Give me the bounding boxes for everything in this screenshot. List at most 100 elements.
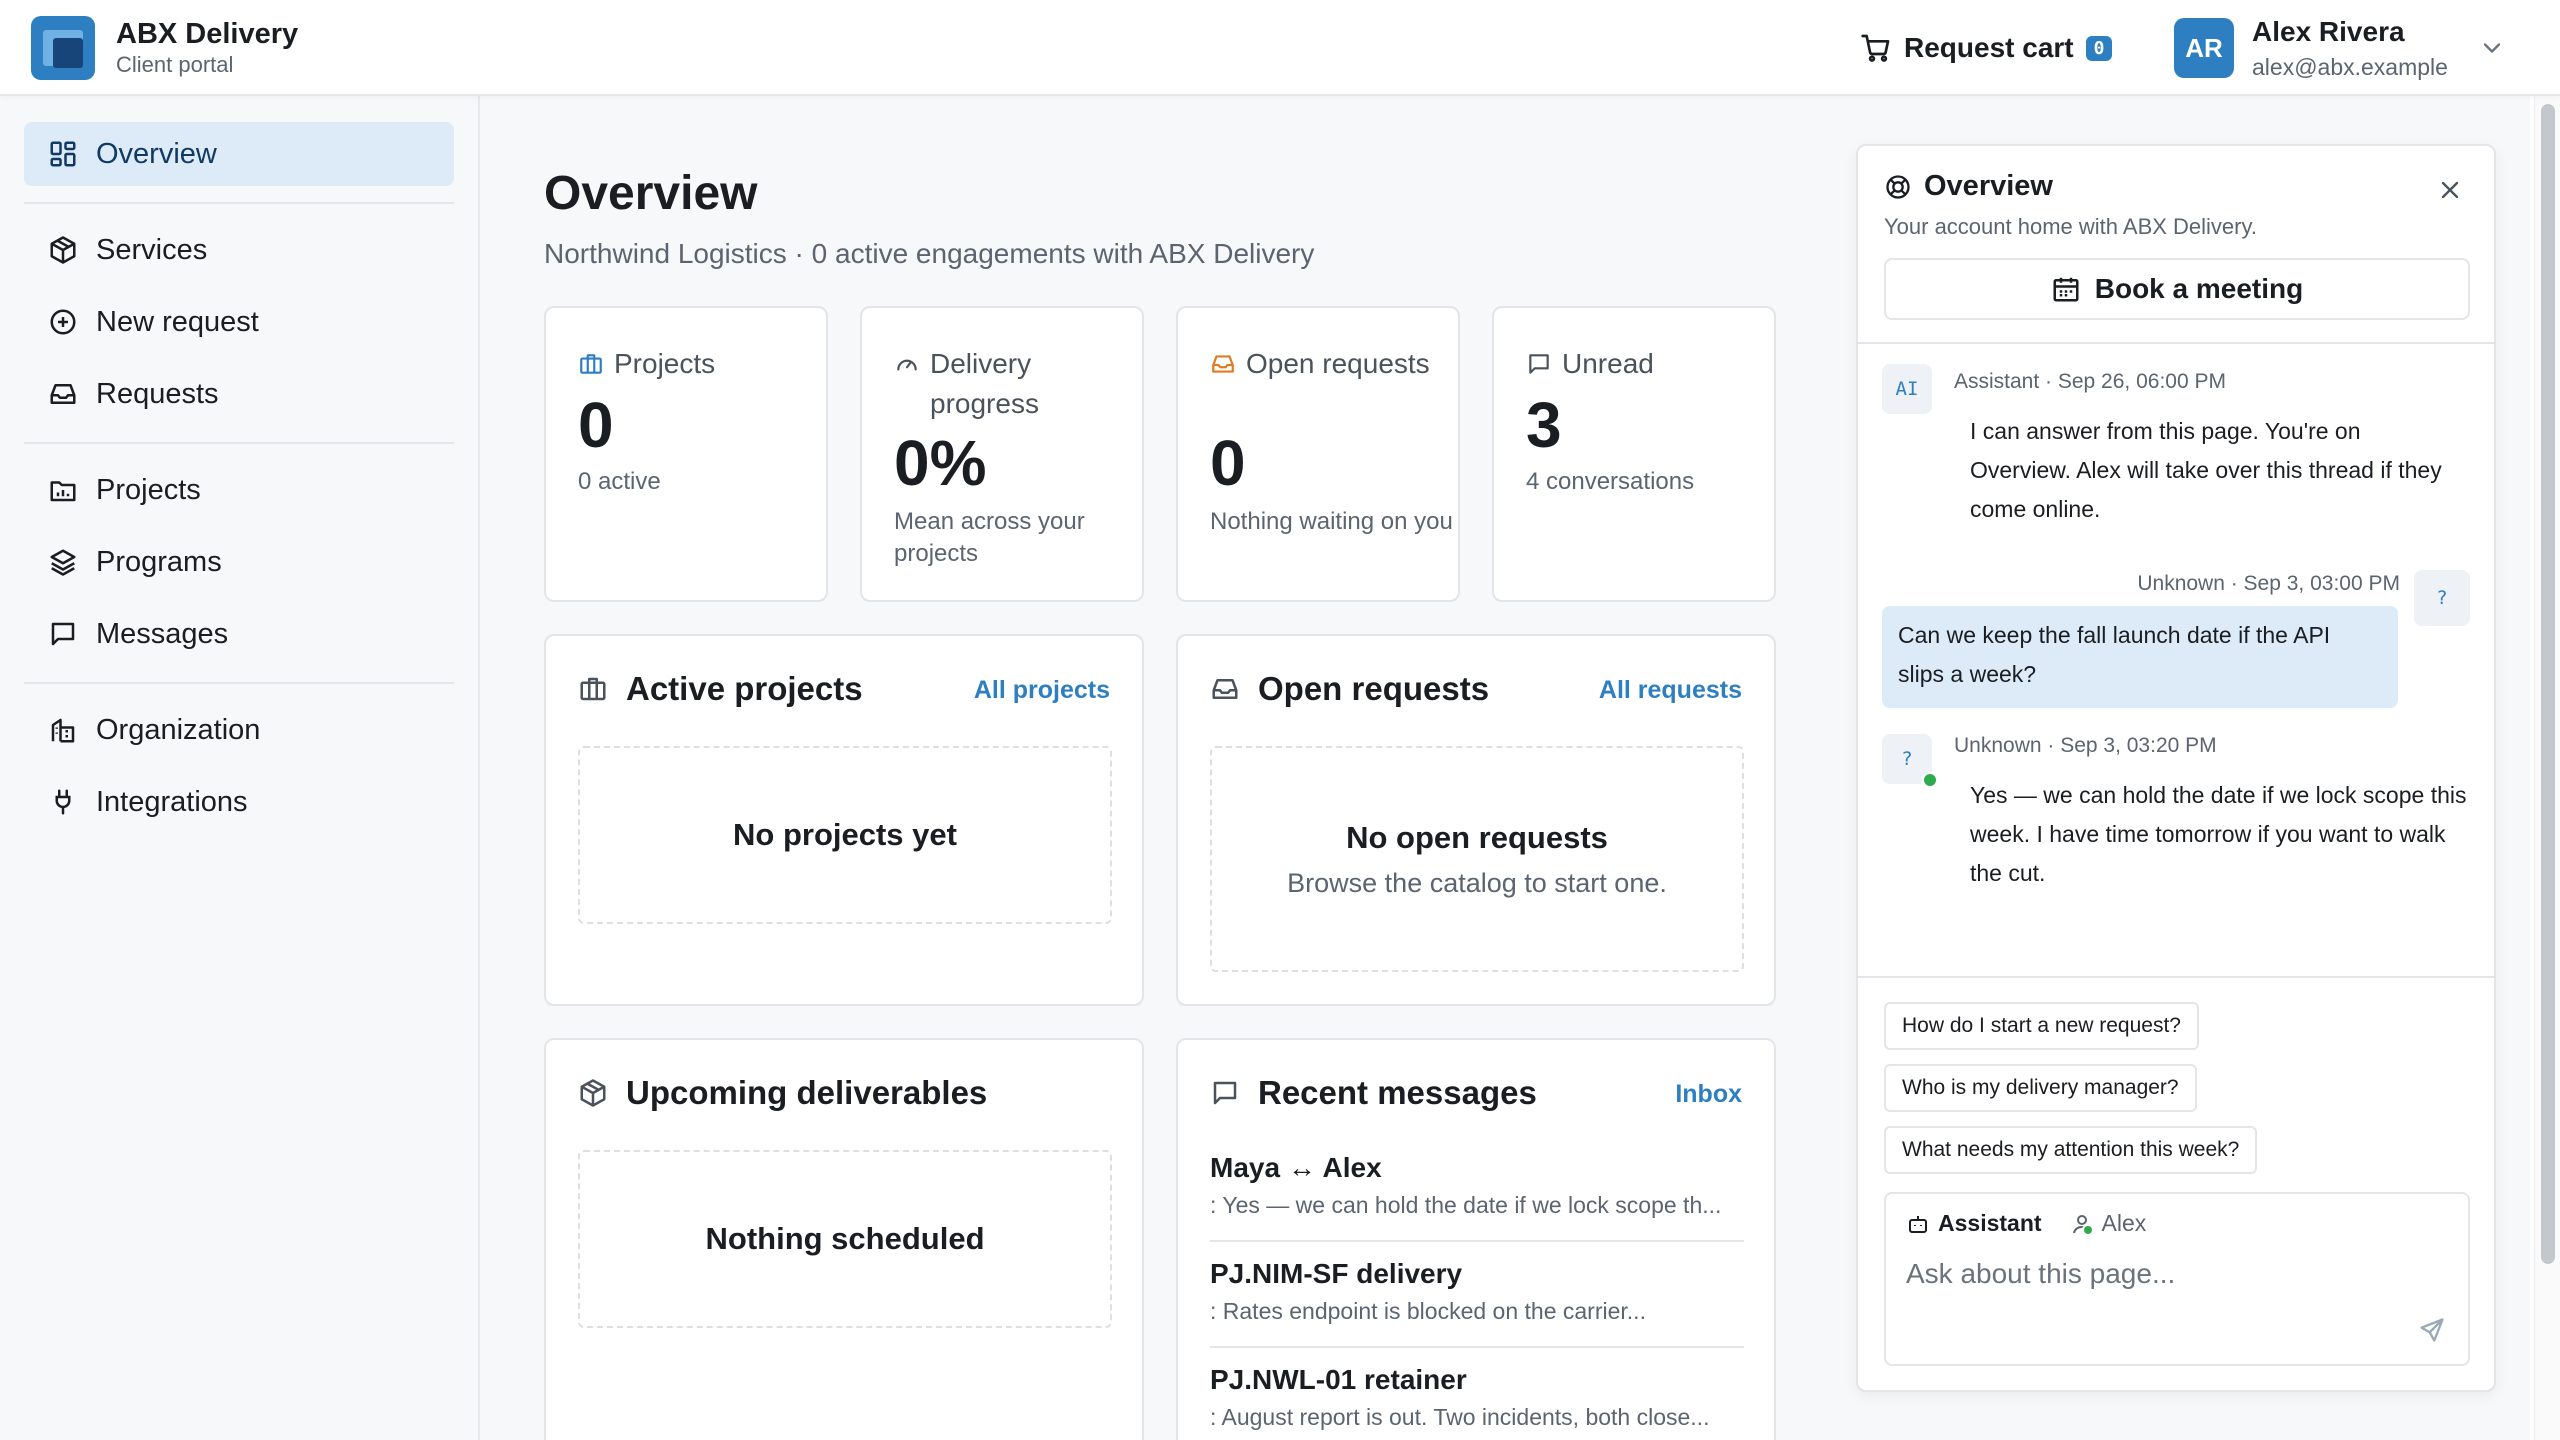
- gauge-icon: [897, 359, 917, 371]
- inbox-icon: [1212, 679, 1238, 699]
- page-scrollbar[interactable]: [2534, 96, 2560, 1440]
- close-icon[interactable]: [2436, 176, 2464, 204]
- sidebar-item-projects[interactable]: Projects: [24, 458, 454, 522]
- stat-note: 0 active: [578, 468, 661, 495]
- sidebar-item-messages[interactable]: Messages: [24, 602, 454, 666]
- sidebar-item-label: Services: [96, 233, 208, 266]
- empty-state-subtitle: Browse the catalog to start one.: [1287, 867, 1667, 898]
- briefcase-icon: [580, 677, 606, 701]
- sidebar-item-label: Messages: [96, 617, 229, 650]
- layers-icon: [50, 549, 76, 576]
- sidebar-divider: [24, 682, 454, 684]
- message-title: PJ.NWL-01 retainer: [1210, 1364, 1467, 1395]
- page-subtitle: Northwind Logistics · 0 active engagemen…: [544, 238, 1315, 269]
- request-cart-label: Request cart: [1904, 32, 2074, 63]
- stat-value: 0%: [894, 427, 987, 499]
- online-status-dot: [2081, 1224, 2094, 1236]
- lifebuoy-icon: [1886, 174, 1910, 199]
- message-text: Yes — we can hold the date if we lock sc…: [1970, 782, 2467, 886]
- page-title: Overview: [544, 167, 758, 220]
- divider: [1210, 1240, 1744, 1242]
- sidebar-item-integrations[interactable]: Integrations: [24, 770, 454, 834]
- message-meta: Unknown · Sep 3, 03:00 PM: [2137, 572, 2400, 595]
- stat-card-unread[interactable]: Unread 3 4 conversations: [1492, 306, 1776, 602]
- composer-mode-toggle: Assistant Alex: [1906, 1210, 2146, 1237]
- sidebar-item-label: Projects: [96, 473, 201, 506]
- message-list-item[interactable]: PJ.NIM-SF delivery : Rates endpoint is b…: [1210, 1258, 1744, 1325]
- stat-label: Unread: [1526, 344, 1654, 384]
- stat-card-open-requests[interactable]: Open requests 0 Nothing waiting on you: [1176, 306, 1460, 602]
- open-requests-panel: Open requests All requests No open reque…: [1176, 634, 1776, 1006]
- message-list-item[interactable]: PJ.NWL-01 retainer : August report is ou…: [1210, 1364, 1744, 1431]
- assistant-title: Overview: [1884, 170, 2053, 203]
- inbox-icon: [1212, 355, 1234, 373]
- divider: [1858, 342, 2494, 344]
- sidebar-item-overview[interactable]: Overview: [24, 122, 454, 186]
- chat-input[interactable]: [1906, 1258, 2446, 1290]
- scrollbar-thumb[interactable]: [2541, 104, 2555, 1264]
- empty-state-title: No projects yet: [733, 817, 957, 852]
- sidebar-item-label: Integrations: [96, 785, 248, 818]
- message-preview: : Rates endpoint is blocked on the carri…: [1210, 1298, 1646, 1324]
- message-square-icon: [1213, 1081, 1237, 1105]
- suggestion-chip[interactable]: What needs my attention this week?: [1884, 1126, 2258, 1174]
- message-meta: Assistant · Sep 26, 06:00 PM: [1954, 370, 2226, 393]
- recent-messages-panel: Recent messages Inbox Maya ↔ Alex : Yes …: [1176, 1038, 1776, 1440]
- send-icon[interactable]: [2418, 1316, 2446, 1344]
- package-icon: [580, 1079, 606, 1107]
- chevron-down-icon[interactable]: [2478, 34, 2506, 62]
- sidebar-item-services[interactable]: Services: [24, 218, 454, 282]
- sidebar: Overview Services New request Requests P…: [0, 96, 480, 1440]
- message-list-item[interactable]: Maya ↔ Alex : Yes — we can hold the date…: [1210, 1152, 1744, 1219]
- stat-label: Projects: [578, 344, 715, 384]
- mode-human-option[interactable]: Alex: [2070, 1210, 2146, 1237]
- stat-card-projects[interactable]: Projects 0 0 active: [544, 306, 828, 602]
- message-preview: : Yes — we can hold the date if we lock …: [1210, 1192, 1722, 1218]
- empty-state: Nothing scheduled: [578, 1150, 1112, 1328]
- book-meeting-button[interactable]: Book a meeting: [1884, 258, 2470, 320]
- sidebar-item-requests[interactable]: Requests: [24, 362, 454, 426]
- empty-state-title: Nothing scheduled: [705, 1221, 985, 1256]
- calendar-icon: [2053, 277, 2079, 302]
- stat-note: Mean across your projects: [894, 508, 1085, 567]
- empty-state: No projects yet: [578, 746, 1112, 924]
- sidebar-item-label: Organization: [96, 713, 261, 746]
- suggestion-chip[interactable]: How do I start a new request?: [1884, 1002, 2199, 1050]
- message-bubble: Can we keep the fall launch date if the …: [1882, 606, 2398, 708]
- active-projects-panel: Active projects All projects No projects…: [544, 634, 1144, 1006]
- plug-icon: [55, 789, 71, 815]
- stat-note: 4 conversations: [1526, 468, 1695, 495]
- bot-icon: [1909, 1215, 1927, 1233]
- sidebar-divider: [24, 202, 454, 204]
- sidebar-item-label: New request: [96, 305, 259, 338]
- panel-title: Upcoming deliverables: [578, 1074, 987, 1112]
- panel-title: Recent messages: [1210, 1074, 1537, 1112]
- assistant-avatar: AI: [1882, 364, 1932, 414]
- sidebar-item-new-request[interactable]: New request: [24, 290, 454, 354]
- inbox-link[interactable]: Inbox: [1675, 1080, 1742, 1109]
- online-status-dot: [1922, 772, 1938, 788]
- all-requests-link[interactable]: All requests: [1599, 676, 1742, 705]
- all-projects-link[interactable]: All projects: [974, 676, 1110, 705]
- sidebar-item-organization[interactable]: Organization: [24, 698, 454, 762]
- sidebar-item-label: Programs: [96, 545, 222, 578]
- request-cart-button[interactable]: Request cart 0: [1860, 28, 2113, 68]
- sidebar-item-label: Requests: [96, 377, 219, 410]
- panel-title: Active projects: [578, 670, 863, 708]
- stat-card-delivery-progress[interactable]: Delivery progress 0% Mean across your pr…: [860, 306, 1144, 602]
- message-preview: : August report is out. Two incidents, b…: [1210, 1404, 1710, 1430]
- sidebar-item-programs[interactable]: Programs: [24, 530, 454, 594]
- top-bar: ABX Delivery Client portal Request cart …: [0, 0, 2560, 96]
- upcoming-deliverables-panel: Upcoming deliverables Nothing scheduled: [544, 1038, 1144, 1440]
- panel-title: Open requests: [1210, 670, 1489, 708]
- suggestion-chip[interactable]: Who is my delivery manager?: [1884, 1064, 2197, 1112]
- user-avatar[interactable]: AR: [2174, 18, 2234, 78]
- cart-icon: [1861, 34, 1890, 62]
- message-text: I can answer from this page. You're on O…: [1970, 418, 2442, 522]
- mode-assistant-option[interactable]: Assistant: [1906, 1210, 2042, 1237]
- message-square-icon: [1529, 354, 1549, 374]
- divider: [1210, 1346, 1744, 1348]
- building-icon: [51, 718, 75, 743]
- layout-grid-icon: [50, 141, 76, 167]
- brand-logo[interactable]: [31, 16, 95, 80]
